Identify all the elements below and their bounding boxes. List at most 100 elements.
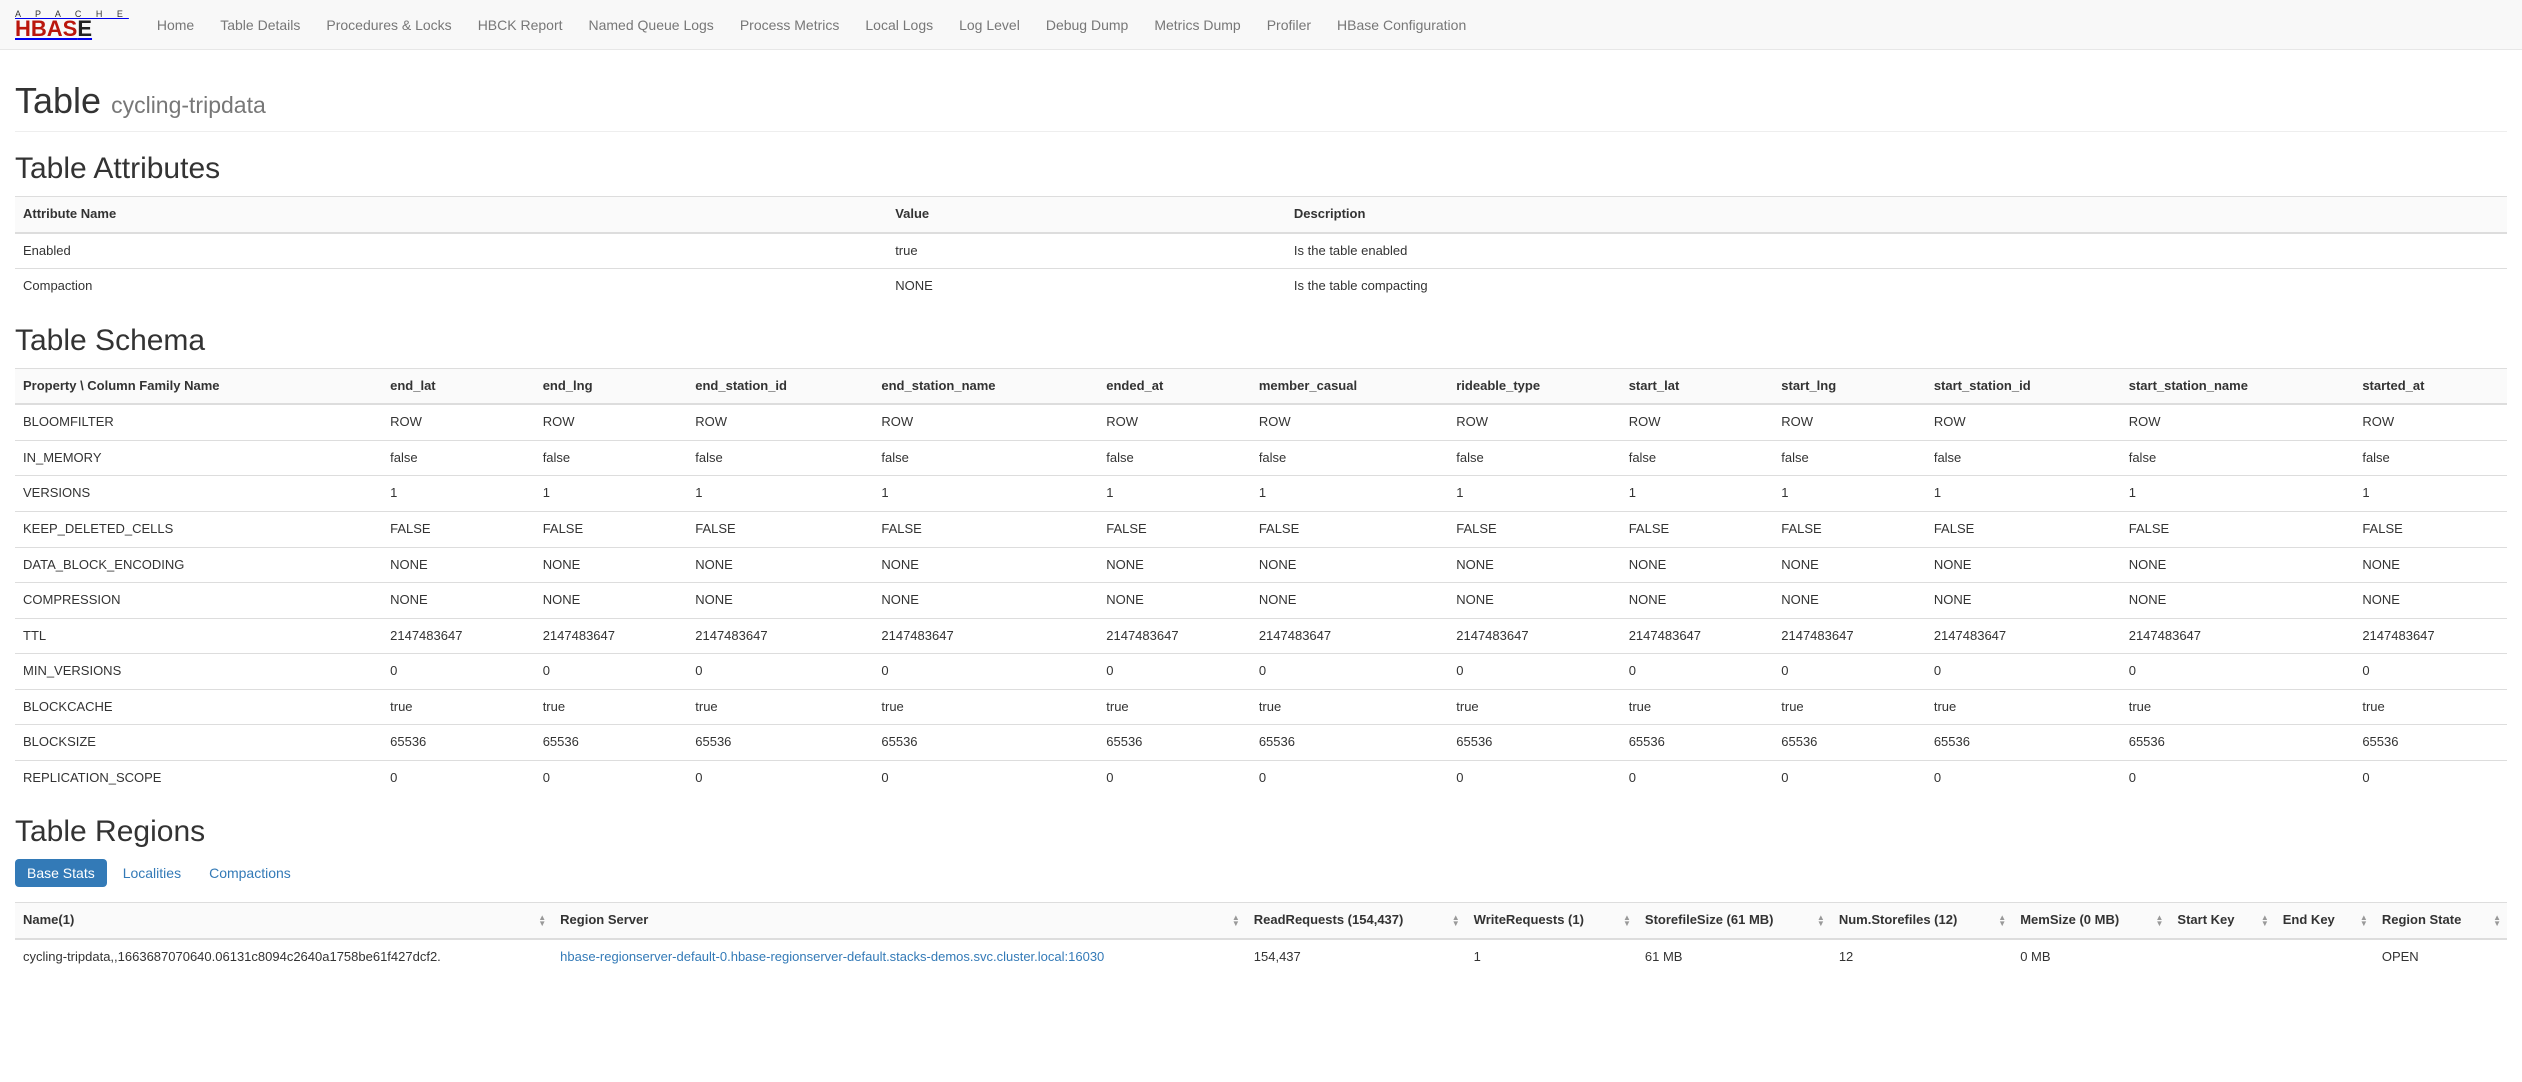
regions-col-header[interactable]: Start Key▲▼ (2169, 903, 2274, 939)
tab-localities[interactable]: Localities (111, 859, 193, 887)
table-cell: 0 (1098, 760, 1251, 795)
regions-col-header[interactable]: Name(1)▲▼ (15, 903, 552, 939)
table-cell: NONE (1621, 583, 1774, 619)
schema-family-header: end_lat (382, 368, 535, 404)
tab-compactions[interactable]: Compactions (197, 859, 303, 887)
schema-prop-cell: MIN_VERSIONS (15, 654, 382, 690)
table-cell: true (2121, 689, 2355, 725)
table-cell: Is the table compacting (1286, 269, 2507, 304)
nav-item-process-metrics[interactable]: Process Metrics (727, 2, 853, 48)
regions-col-header[interactable]: WriteRequests (1)▲▼ (1466, 903, 1637, 939)
table-cell: false (382, 440, 535, 476)
table-cell: 0 (382, 654, 535, 690)
table-cell: ROW (1621, 404, 1774, 440)
table-cell: FALSE (1448, 511, 1620, 547)
table-cell: 65536 (1251, 725, 1448, 761)
table-cell (2275, 939, 2374, 975)
schema-prop-cell: IN_MEMORY (15, 440, 382, 476)
regions-col-header[interactable]: MemSize (0 MB)▲▼ (2012, 903, 2169, 939)
sort-icon[interactable]: ▲▼ (2261, 915, 2269, 927)
table-cell: 0 (873, 760, 1098, 795)
nav-item-table-details[interactable]: Table Details (207, 2, 313, 48)
table-cell: 0 (1098, 654, 1251, 690)
regions-col-header[interactable]: StorefileSize (61 MB)▲▼ (1637, 903, 1831, 939)
table-cell: 154,437 (1246, 939, 1466, 975)
table-cell: 1 (1251, 476, 1448, 512)
nav-item-procedures-locks[interactable]: Procedures & Locks (313, 2, 464, 48)
schema-prop-cell: BLOCKCACHE (15, 689, 382, 725)
brand-logo[interactable]: A P A C H E HBASE (15, 10, 144, 39)
schema-family-header: start_station_id (1926, 368, 2121, 404)
region-server-link[interactable]: hbase-regionserver-default-0.hbase-regio… (560, 949, 1104, 964)
sort-icon[interactable]: ▲▼ (1623, 915, 1631, 927)
schema-prop-cell: BLOCKSIZE (15, 725, 382, 761)
nav-item-hbck-report[interactable]: HBCK Report (465, 2, 576, 48)
sort-icon[interactable]: ▲▼ (2156, 915, 2164, 927)
table-cell: false (1773, 440, 1926, 476)
sort-icon[interactable]: ▲▼ (1998, 915, 2006, 927)
attributes-heading: Table Attributes (15, 152, 2507, 186)
table-row: KEEP_DELETED_CELLSFALSEFALSEFALSEFALSEFA… (15, 511, 2507, 547)
sort-icon[interactable]: ▲▼ (1817, 915, 1825, 927)
page-subtitle: cycling-tripdata (111, 92, 266, 118)
table-cell: NONE (382, 583, 535, 619)
table-cell: ROW (1926, 404, 2121, 440)
table-cell: 2147483647 (1926, 618, 2121, 654)
navbar: A P A C H E HBASE HomeTable DetailsProce… (0, 0, 2522, 50)
nav-item-hbase-configuration[interactable]: HBase Configuration (1324, 2, 1479, 48)
table-cell: 65536 (687, 725, 873, 761)
regions-col-header[interactable]: Region State▲▼ (2374, 903, 2507, 939)
attr-col-header: Attribute Name (15, 197, 887, 233)
nav-item-home[interactable]: Home (144, 2, 207, 48)
table-cell: ROW (1098, 404, 1251, 440)
table-cell: false (1448, 440, 1620, 476)
table-row: BLOCKSIZE6553665536655366553665536655366… (15, 725, 2507, 761)
table-cell: false (2121, 440, 2355, 476)
table-cell: 65536 (382, 725, 535, 761)
schema-family-header: end_lng (535, 368, 688, 404)
regions-col-header[interactable]: End Key▲▼ (2275, 903, 2374, 939)
nav-item-local-logs[interactable]: Local Logs (852, 2, 946, 48)
regions-col-header[interactable]: Num.Storefiles (12)▲▼ (1831, 903, 2012, 939)
table-cell: FALSE (1098, 511, 1251, 547)
table-cell: true (1773, 689, 1926, 725)
table-cell: 1 (1926, 476, 2121, 512)
sort-icon[interactable]: ▲▼ (2360, 915, 2368, 927)
nav-item-named-queue-logs[interactable]: Named Queue Logs (576, 2, 727, 48)
table-cell: 0 (2121, 654, 2355, 690)
table-cell: 65536 (1773, 725, 1926, 761)
nav-list: HomeTable DetailsProcedures & LocksHBCK … (144, 2, 1479, 48)
nav-item-log-level[interactable]: Log Level (946, 2, 1033, 48)
table-cell: 0 (687, 760, 873, 795)
schema-family-header: started_at (2354, 368, 2507, 404)
regions-col-header[interactable]: ReadRequests (154,437)▲▼ (1246, 903, 1466, 939)
regions-col-header[interactable]: Region Server▲▼ (552, 903, 1246, 939)
nav-item-profiler[interactable]: Profiler (1254, 2, 1324, 48)
table-row: TTL2147483647214748364721474836472147483… (15, 618, 2507, 654)
table-cell: false (1251, 440, 1448, 476)
nav-item-debug-dump[interactable]: Debug Dump (1033, 2, 1142, 48)
sort-icon[interactable]: ▲▼ (2493, 915, 2501, 927)
table-cell: 1 (687, 476, 873, 512)
table-cell: true (382, 689, 535, 725)
table-cell: true (887, 233, 1286, 269)
sort-icon[interactable]: ▲▼ (538, 915, 546, 927)
table-cell: 2147483647 (1621, 618, 1774, 654)
table-cell: 0 (1773, 654, 1926, 690)
schema-table: Property \ Column Family Nameend_latend_… (15, 368, 2507, 796)
table-cell: 2147483647 (382, 618, 535, 654)
nav-item-metrics-dump[interactable]: Metrics Dump (1141, 2, 1253, 48)
tab-base-stats[interactable]: Base Stats (15, 859, 107, 887)
table-cell: FALSE (2121, 511, 2355, 547)
table-cell: 1 (1098, 476, 1251, 512)
table-cell: NONE (873, 547, 1098, 583)
sort-icon[interactable]: ▲▼ (1452, 915, 1460, 927)
table-cell: 0 (1926, 760, 2121, 795)
table-cell: NONE (1098, 547, 1251, 583)
sort-icon[interactable]: ▲▼ (1232, 915, 1240, 927)
table-cell: 2147483647 (2354, 618, 2507, 654)
table-cell: 0 (535, 654, 688, 690)
attr-col-header: Description (1286, 197, 2507, 233)
table-cell: 1 (2354, 476, 2507, 512)
table-cell: Enabled (15, 233, 887, 269)
